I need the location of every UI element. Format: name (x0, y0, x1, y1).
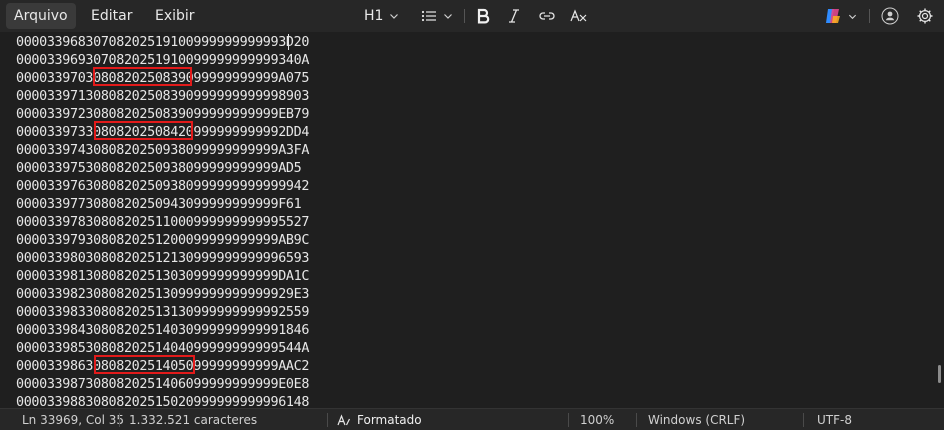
text-editor[interactable]: 00003396830708202519100999999999993D20 00… (0, 32, 944, 408)
copilot-button[interactable] (824, 4, 857, 28)
bold-button[interactable] (476, 4, 490, 28)
status-divider (327, 413, 328, 427)
format-label: Formatado (357, 413, 422, 427)
scrollbar-thumb[interactable] (938, 365, 941, 383)
chevron-down-icon (390, 14, 399, 19)
menu-edit[interactable]: Editar (83, 3, 140, 29)
list-icon (421, 10, 436, 22)
status-divider (636, 413, 637, 427)
italic-icon (509, 9, 519, 23)
text-line: 0000339693070820251910099999999999340A (16, 53, 310, 68)
text-line: 00003396830708202519100999999999993D20 (16, 35, 310, 50)
cursor-position: Ln 33969, Col 35 (22, 413, 125, 427)
text-line: 00003397330808202508420999999999992DD4 (16, 125, 310, 140)
text-line: 00003398830808202515020999999999996148 (16, 395, 310, 408)
chevron-down-icon (848, 14, 857, 19)
italic-button[interactable] (507, 4, 521, 28)
format-toggle[interactable]: Formatado (337, 412, 422, 428)
gear-icon (917, 8, 933, 24)
text-line: 0000339723080820250839099999999999EB79 (16, 107, 310, 122)
clear-formatting-button[interactable] (570, 4, 588, 28)
heading-label: H1 (364, 8, 384, 24)
text-line: 00003397130808202508390999999999998903 (16, 89, 310, 104)
bold-icon (477, 8, 490, 24)
text-line: 0000339753080820250938099999999999AD5 (16, 161, 302, 176)
status-divider (568, 413, 569, 427)
text-line: 0000339863080820251405099999999999AAC2 (16, 359, 310, 374)
text-line: 0000339853080820251404099999999999544A (16, 341, 310, 356)
menu-view[interactable]: Exibir (147, 3, 203, 29)
copilot-icon (826, 9, 840, 23)
markdown-format-icon (337, 414, 351, 426)
menu-bar: Arquivo Editar Exibir H1 (0, 0, 944, 32)
toolbar-divider (869, 9, 870, 23)
line-ending[interactable]: Windows (CRLF) (648, 412, 745, 428)
list-dropdown[interactable] (421, 4, 453, 28)
text-line: 0000339873080820251406099999999999E0E8 (16, 377, 310, 392)
status-bar: Ln 33969, Col 35 1.332.521 caracteres Fo… (0, 408, 944, 430)
text-line: 0000339793080820251200099999999999AB9C (16, 233, 310, 248)
toolbar-divider (464, 9, 465, 23)
status-divider (803, 413, 804, 427)
text-line: 00003398330808202513130999999999992559 (16, 305, 310, 320)
text-line: 00003398030808202512130999999999996593 (16, 251, 310, 266)
text-line: 0000339813080820251303099999999999DA1C (16, 269, 310, 284)
chevron-down-icon (444, 14, 452, 19)
text-line: 0000339743080820250938099999999999A3FA (16, 143, 310, 158)
text-line: 0000339703080820250839099999999999A075 (16, 71, 310, 86)
encoding[interactable]: UTF-8 (817, 412, 852, 428)
status-divider (119, 413, 120, 427)
text-line: 00003397830808202511000999999999995527 (16, 215, 310, 230)
text-line: 00003397630808202509380999999999999942 (16, 179, 310, 194)
link-button[interactable] (538, 4, 556, 28)
character-count: 1.332.521 caracteres (129, 413, 258, 427)
text-caret (288, 34, 289, 50)
settings-button[interactable] (916, 4, 934, 28)
menu-file[interactable]: Arquivo (6, 3, 76, 29)
text-line: 0000339773080820250943099999999999F61 (16, 197, 302, 212)
account-button[interactable] (881, 4, 899, 28)
zoom-level[interactable]: 100% (580, 412, 614, 428)
heading-dropdown[interactable]: H1 (364, 4, 399, 28)
text-line: 000033982308082025130999999999999929E3 (16, 287, 310, 302)
clear-format-icon (570, 9, 587, 22)
avatar-icon (881, 7, 899, 25)
text-line: 00003398430808202514030999999999991846 (16, 323, 310, 338)
link-icon (539, 12, 555, 20)
